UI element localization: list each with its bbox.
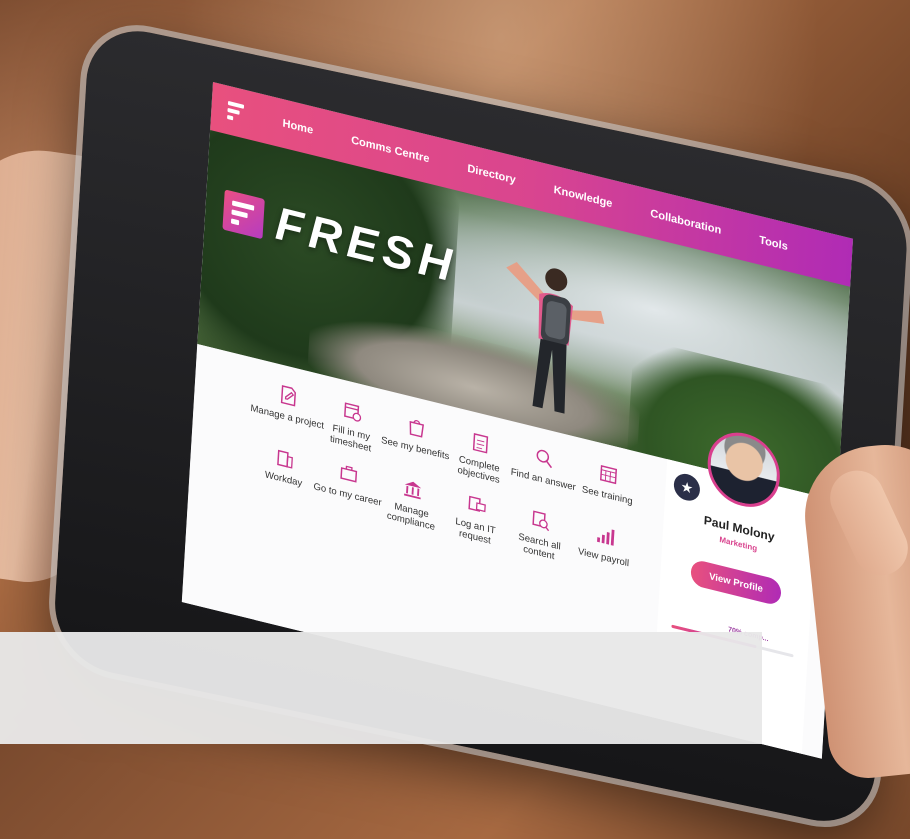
document-pen-icon [280,385,296,407]
calendar-clock-icon [344,402,362,422]
tile-label: See training [581,483,633,508]
tile-view-payroll[interactable]: View payroll [566,516,642,572]
calendar-grid-icon [599,465,618,485]
search-icon [536,449,553,469]
nav-knowledge[interactable]: Knowledge [553,184,612,210]
grey-overlay-panel [0,632,762,744]
view-profile-button[interactable]: View Profile [690,558,782,607]
tile-label: Log an IT request [455,515,496,547]
nav-comms-centre[interactable]: Comms Centre [351,134,430,165]
shopping-bag-icon [409,420,425,438]
tile-label: Manage compliance [386,500,436,534]
tile-label: Go to my career [313,481,382,509]
nav-directory[interactable]: Directory [467,163,516,187]
hiker-figure [506,261,605,414]
brand-mark-icon [222,189,265,240]
tile-label: Fill in my timesheet [329,422,372,455]
tile-label: Complete objectives [457,453,501,487]
star-icon: ★ [673,471,701,504]
tile-label: See my benefits [380,434,450,463]
tile-label: Search all content [518,531,561,563]
tile-see-training[interactable]: See training [570,454,646,510]
search-document-icon [532,510,550,532]
bar-chart-icon [597,529,615,546]
tile-label: Workday [264,469,303,490]
building-icon [277,449,293,469]
nav-home[interactable]: Home [282,117,313,136]
bank-icon [404,481,422,500]
computer-icon [468,495,486,513]
nav-collaboration[interactable]: Collaboration [650,208,722,237]
briefcase-icon [340,465,358,483]
tile-label: Find an answer [510,466,577,494]
clipboard-list-icon [472,433,489,454]
nav-tools[interactable]: Tools [759,234,788,253]
tile-label: View payroll [577,545,630,570]
fresh-logo-icon[interactable] [227,99,250,126]
